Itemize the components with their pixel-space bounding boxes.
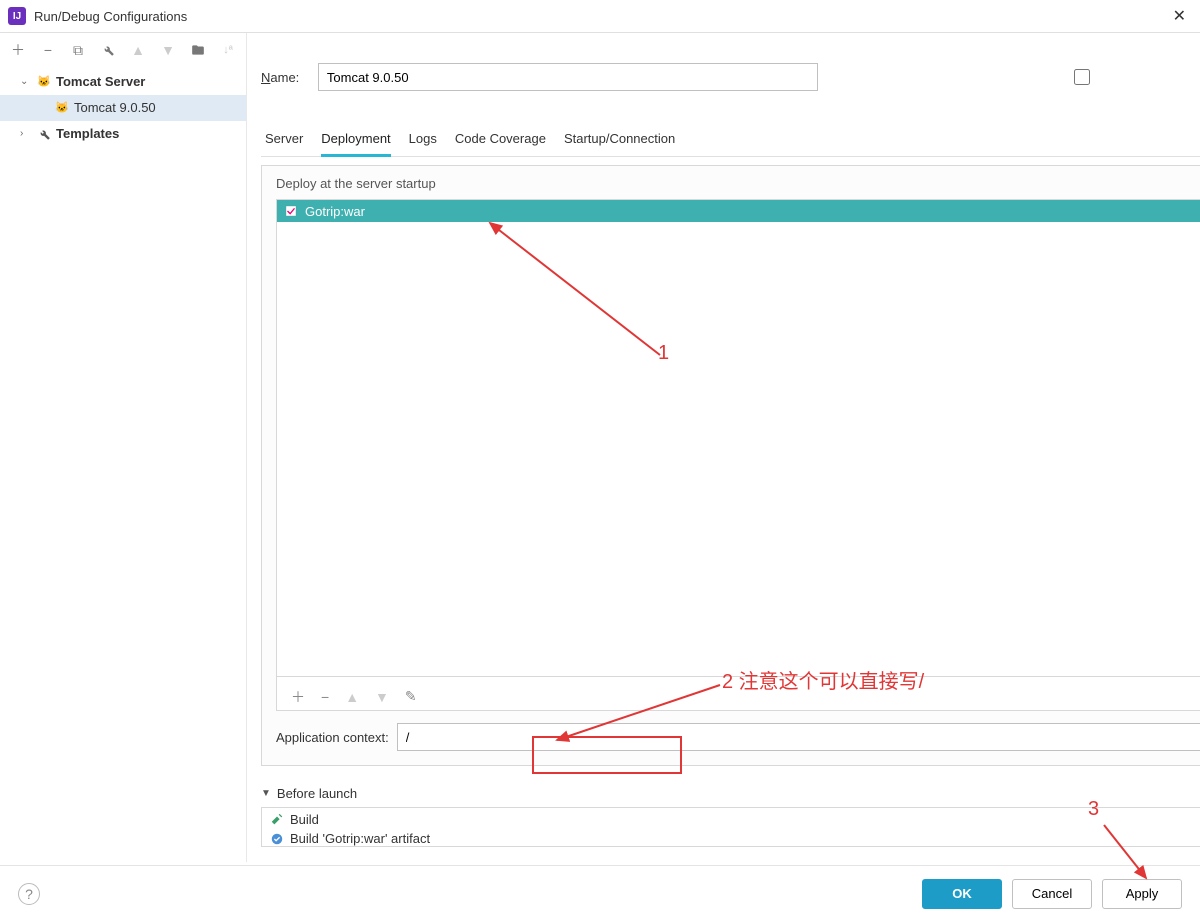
chevron-down-icon[interactable]: ⌄ — [20, 72, 34, 92]
right-panel: Name: Store as project file ⚙ Server Dep… — [247, 33, 1200, 862]
deploy-toolbar: ＋ − ▲ ▼ ✎ — [276, 677, 1200, 711]
sidebar-toolbar: ＋ − ⧉ ▲ ▼ ↓ª — [0, 33, 246, 67]
name-label: Name: — [261, 70, 304, 85]
before-launch-label: Before launch — [277, 786, 357, 801]
tab-deployment[interactable]: Deployment — [321, 127, 390, 156]
config-tree: ⌄ 🐱 Tomcat Server 🐱 Tomcat 9.0.50 › Temp… — [0, 67, 246, 862]
before-launch-item-label: Build — [290, 812, 319, 827]
up-icon[interactable]: ▲ — [345, 689, 359, 705]
window-title: Run/Debug Configurations — [34, 9, 1167, 24]
copy-icon[interactable]: ⧉ — [70, 42, 86, 58]
tab-startup-connection[interactable]: Startup/Connection — [564, 127, 675, 156]
remove-icon[interactable]: − — [321, 689, 329, 705]
tree-item-tomcat-server[interactable]: ⌄ 🐱 Tomcat Server — [0, 69, 246, 95]
artifact-icon — [270, 832, 284, 846]
tree-label: Templates — [56, 124, 119, 144]
add-icon[interactable]: ＋ — [291, 687, 305, 707]
tab-server[interactable]: Server — [265, 127, 303, 156]
store-as-project-row: Store as project file ⚙ — [832, 47, 1200, 107]
tree-item-tomcat-config[interactable]: 🐱 Tomcat 9.0.50 — [0, 95, 246, 121]
cancel-button[interactable]: Cancel — [1012, 879, 1092, 909]
name-input[interactable] — [318, 63, 818, 91]
artifact-icon — [283, 203, 299, 219]
tab-logs[interactable]: Logs — [409, 127, 437, 156]
deploy-list[interactable]: Gotrip:war — [276, 199, 1200, 677]
tomcat-icon: 🐱 — [36, 74, 52, 90]
before-launch-item-label: Build 'Gotrip:war' artifact — [290, 831, 430, 846]
before-launch-header[interactable]: ▼ Before launch — [261, 780, 1200, 807]
tree-label: Tomcat Server — [56, 72, 145, 92]
titlebar: IJ Run/Debug Configurations ✕ — [0, 0, 1200, 32]
app-context-input-wrap: ▼ — [397, 723, 1200, 751]
apply-button[interactable]: Apply — [1102, 879, 1182, 909]
before-launch-list[interactable]: Build Build 'Gotrip:war' artifact — [261, 807, 1200, 847]
main-area: ＋ − ⧉ ▲ ▼ ↓ª ⌄ 🐱 Tomcat Server 🐱 Tomcat … — [0, 32, 1200, 862]
footer: ? OK Cancel Apply — [0, 865, 1200, 921]
close-icon[interactable]: ✕ — [1167, 4, 1192, 28]
app-context-row: Application context: ▼ — [262, 711, 1200, 765]
tabs: Server Deployment Logs Code Coverage Sta… — [261, 121, 1200, 157]
folder-icon[interactable] — [190, 42, 206, 58]
add-icon[interactable]: ＋ — [10, 42, 26, 58]
sort-icon[interactable]: ↓ª — [220, 42, 236, 58]
deploy-item[interactable]: Gotrip:war — [277, 200, 1200, 222]
before-launch-section: ▼ Before launch Build Build 'Gotrip:war'… — [261, 780, 1200, 847]
caret-down-icon: ▼ — [261, 788, 271, 799]
store-checkbox[interactable] — [832, 69, 1200, 85]
edit-icon[interactable]: ✎ — [405, 688, 417, 705]
tree-item-templates[interactable]: › Templates — [0, 121, 246, 147]
tree-label: Tomcat 9.0.50 — [74, 98, 156, 118]
hammer-icon — [270, 813, 284, 827]
up-icon[interactable]: ▲ — [130, 42, 146, 58]
tab-code-coverage[interactable]: Code Coverage — [455, 127, 546, 156]
deploy-section: Deploy at the server startup Gotrip:war … — [261, 165, 1200, 766]
tomcat-icon: 🐱 — [54, 100, 70, 116]
wrench-icon[interactable] — [100, 42, 116, 58]
ok-button[interactable]: OK — [922, 879, 1002, 909]
name-row: Name: Store as project file ⚙ — [261, 33, 1200, 121]
remove-icon[interactable]: − — [40, 42, 56, 58]
wrench-icon — [36, 126, 52, 142]
down-icon[interactable]: ▼ — [375, 689, 389, 705]
deploy-item-label: Gotrip:war — [305, 204, 365, 219]
config-sidebar: ＋ − ⧉ ▲ ▼ ↓ª ⌄ 🐱 Tomcat Server 🐱 Tomcat … — [0, 33, 247, 862]
chevron-right-icon[interactable]: › — [20, 124, 34, 144]
down-icon[interactable]: ▼ — [160, 42, 176, 58]
before-launch-item[interactable]: Build 'Gotrip:war' artifact — [262, 829, 1200, 847]
before-launch-item[interactable]: Build — [262, 810, 1200, 829]
help-icon[interactable]: ? — [18, 883, 40, 905]
app-context-input[interactable] — [397, 723, 1200, 751]
app-context-label: Application context: — [276, 730, 389, 745]
app-icon: IJ — [8, 7, 26, 25]
deploy-section-title: Deploy at the server startup — [262, 166, 1200, 199]
